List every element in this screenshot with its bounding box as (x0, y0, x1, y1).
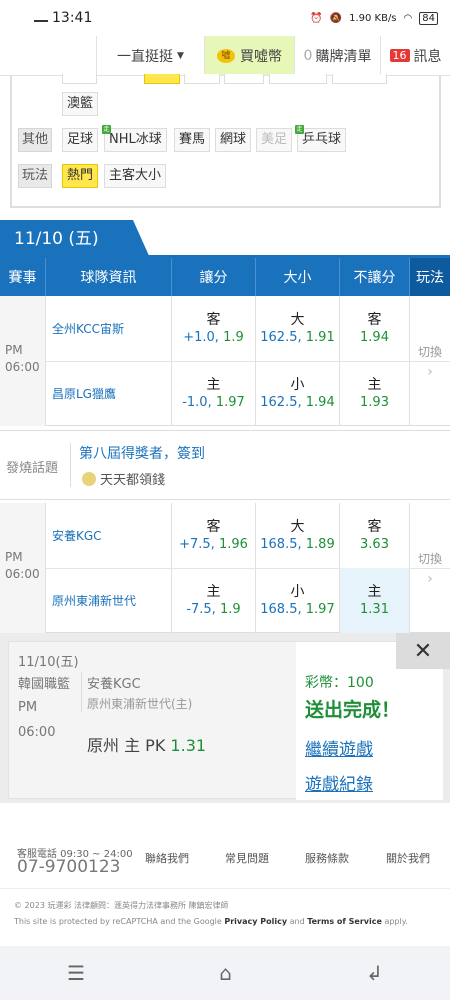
spread-home-odds[interactable]: 主 -7.5, 1.9 (172, 568, 256, 633)
recaptcha-notice: This site is protected by reCAPTCHA and … (14, 917, 408, 926)
signal-icon (34, 13, 48, 22)
cart-button[interactable]: 0 購牌清單 (294, 36, 380, 75)
privacy-link[interactable]: Privacy Policy (224, 917, 287, 926)
filter-home-away-total[interactable]: 主客大小 (104, 164, 167, 188)
moneyline-away-odds[interactable]: 客 3.63 (340, 503, 410, 568)
filter-horse-racing[interactable]: 賽馬 (174, 128, 211, 152)
match-row: PM 06:00 安養KGC 原州東浦新世代 客 +7.5, 1.96 主 -7.5,… (0, 503, 450, 633)
spread-home-odds[interactable]: 主 -1.0, 1.97 (172, 361, 256, 426)
mute-icon: 🔕 (329, 12, 343, 24)
slip-date: 11/10(五) (18, 655, 79, 670)
wifi-icon: ◠ (403, 12, 413, 24)
match-time: PM 06:00 (0, 503, 46, 633)
close-icon[interactable]: ✕ (396, 633, 450, 669)
contact-link[interactable]: 聯絡我們 (145, 850, 189, 866)
date-tab[interactable]: 11/10 (五) (0, 220, 150, 258)
coin-icon: 噓 (217, 48, 235, 63)
menu-icon[interactable]: ☰ (67, 961, 85, 985)
play-label: 玩法 (18, 164, 53, 188)
hot-topic-banner[interactable]: 發燒話題 第八屆得獎者，簽到 天天都領錢 (0, 430, 450, 500)
status-time: 13:41 (52, 10, 93, 26)
switch-play-button[interactable]: 切換 › (410, 296, 450, 426)
moneyline-home-odds-selected[interactable]: 主 1.31 (340, 568, 410, 633)
cart-count: 0 (303, 47, 313, 64)
total-under-odds[interactable]: 小 168.5, 1.97 (256, 568, 340, 633)
odds-table-header: 賽事 球隊資訊 讓分 大小 不讓分 玩法 (0, 258, 450, 296)
filter-tennis[interactable]: 網球 (215, 128, 252, 152)
message-count-badge: 16 (389, 49, 410, 62)
col-play: 玩法 (410, 258, 450, 296)
slip-pick: 原州 主 PK 1.31 (87, 736, 207, 755)
status-bar: 13:41 ⏰ 🔕 1.90 KB/s ◠ 84 (0, 0, 450, 36)
slip-done-message: 送出完成！ (305, 699, 401, 721)
filter-table-tennis[interactable]: 走乒乓球 (295, 125, 347, 152)
about-link[interactable]: 關於我們 (386, 850, 430, 866)
filter-nhl[interactable]: 走 NHL冰球 (102, 125, 167, 152)
total-over-odds[interactable]: 大 168.5, 1.89 (256, 503, 340, 568)
caret-down-icon: ▼ (177, 50, 184, 61)
total-over-odds[interactable]: 大 162.5, 1.91 (256, 296, 340, 361)
faq-link[interactable]: 常見問題 (225, 850, 269, 866)
messages-button[interactable]: 16 訊息 (380, 36, 450, 75)
col-teams: 球隊資訊 (46, 258, 172, 296)
chevron-right-icon: › (427, 363, 433, 380)
slip-period: PM (18, 700, 38, 715)
net-speed: 1.90 KB/s (349, 12, 397, 24)
col-total: 大小 (256, 258, 340, 296)
chevron-right-icon: › (427, 570, 433, 587)
other-label: 其他 (18, 128, 53, 152)
spread-away-odds[interactable]: 客 +1.0, 1.9 (172, 296, 256, 361)
match-time: PM 06:00 (0, 296, 46, 426)
home-team[interactable]: 原州東浦新世代 (46, 568, 172, 633)
away-team[interactable]: 全州KCC宙斯 (46, 296, 172, 361)
away-team[interactable]: 安養KGC (46, 503, 172, 568)
slip-league: 韓國職籃 (18, 677, 71, 692)
filter-american-football: 美足 (256, 128, 293, 152)
footer: 客服電話 09:30 ~ 24:00 07-9700123 聯絡我們 常見問題 … (0, 810, 450, 946)
game-record-link[interactable]: 遊戲紀錄 (305, 770, 373, 795)
avatar-icon (82, 472, 96, 486)
user-dropdown[interactable]: 一直挺挺 ▼ (96, 36, 204, 75)
top-nav: 一直挺挺 ▼ 噓買噓幣 0 購牌清單 16 訊息 (0, 36, 450, 76)
buy-coins-button[interactable]: 噓買噓幣 (204, 36, 294, 75)
home-icon[interactable]: ⌂ (219, 961, 232, 985)
bet-slip-panel: 11/10(五) 韓國職籃 PM 06:00 安養KGC 原州東浦新世代(主) … (0, 633, 450, 803)
slip-time: 06:00 (18, 725, 56, 740)
sport-filter-panel: 澳籃 其他 足球 走 NHL冰球 賽馬 網球 美足 走乒乓球 玩法 熱門 主客大小 (10, 74, 441, 208)
phone-number[interactable]: 07-9700123 (17, 857, 120, 877)
system-nav-bar: ☰ ⌂ ↲ (0, 946, 450, 1000)
spread-away-odds[interactable]: 客 +7.5, 1.96 (172, 503, 256, 568)
alarm-icon: ⏰ (310, 12, 323, 24)
home-team[interactable]: 昌原LG獵鷹 (46, 361, 172, 426)
slip-coins: 彩幣：100 (305, 675, 374, 691)
switch-play-button[interactable]: 切換 › (410, 503, 450, 633)
filter-hot[interactable]: 熱門 (62, 164, 99, 188)
continue-game-link[interactable]: 繼續遊戲 (305, 735, 373, 760)
slip-home-team: 原州東浦新世代(主) (87, 697, 193, 711)
filter-aus-basketball[interactable]: 澳籃 (62, 92, 99, 116)
moneyline-away-odds[interactable]: 客 1.94 (340, 296, 410, 361)
hot-topic-title[interactable]: 第八屆得獎者，簽到 (79, 443, 205, 463)
terms-link[interactable]: 服務條款 (305, 850, 349, 866)
match-row: PM 06:00 全州KCC宙斯 昌原LG獵鷹 客 +1.0, 1.9 主 -1.0,… (0, 296, 450, 426)
back-icon[interactable]: ↲ (366, 961, 383, 985)
hot-topic-label: 發燒話題 (6, 461, 59, 476)
date-tab-bar: 11/10 (五) (0, 220, 450, 258)
moneyline-home-odds[interactable]: 主 1.93 (340, 361, 410, 426)
tos-link[interactable]: Terms of Service (307, 917, 382, 926)
live-badge: 走 (102, 125, 111, 134)
col-moneyline: 不讓分 (340, 258, 410, 296)
copyright: © 2023 玩運彩 法律顧問：滙英得力法律事務所 陳鎮宏律師 (14, 901, 229, 910)
live-badge: 走 (295, 125, 304, 134)
hot-topic-subtitle: 天天都領錢 (100, 473, 166, 488)
total-under-odds[interactable]: 小 162.5, 1.94 (256, 361, 340, 426)
col-spread: 讓分 (172, 258, 256, 296)
filter-soccer[interactable]: 足球 (62, 128, 99, 152)
slip-away-team: 安養KGC (87, 677, 141, 692)
battery-icon: 84 (419, 11, 438, 25)
col-event: 賽事 (0, 258, 46, 296)
